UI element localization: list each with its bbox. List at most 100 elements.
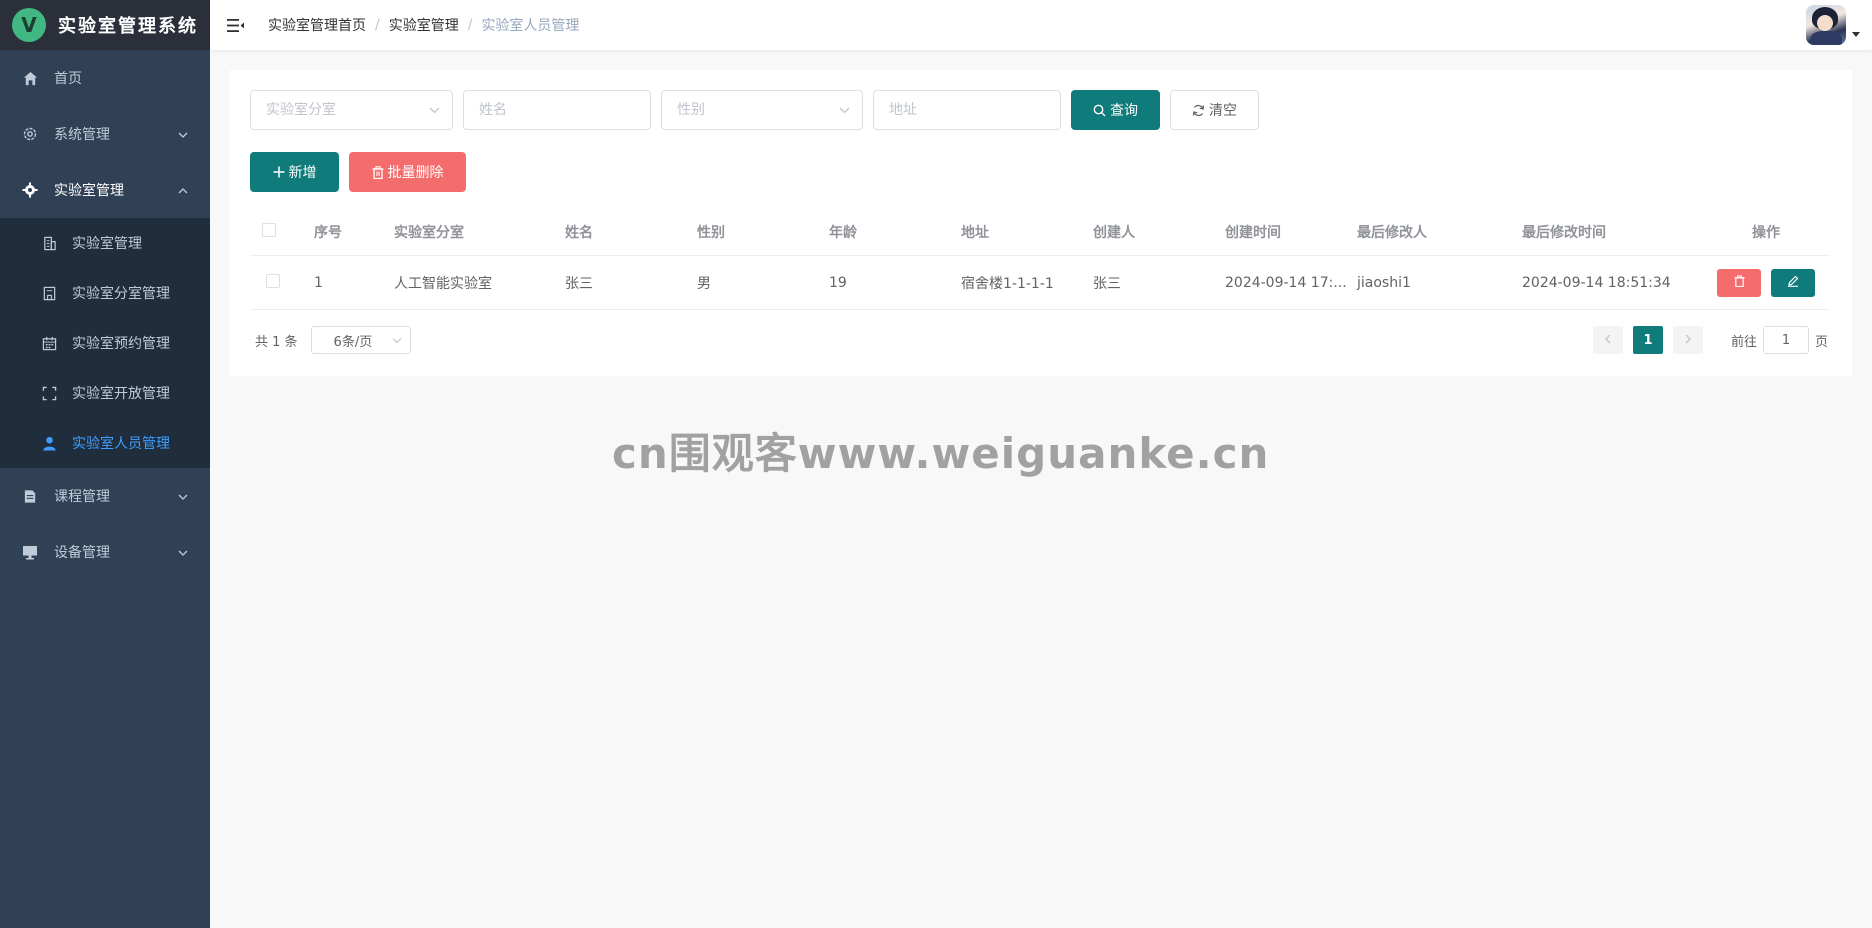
table-cell: 张三 — [1093, 275, 1121, 292]
refresh-icon — [1192, 104, 1205, 117]
search-button-label: 查询 — [1110, 103, 1138, 119]
column-header: 实验室分室 — [394, 224, 464, 241]
batch-delete-button[interactable]: 批量删除 — [349, 152, 466, 192]
pagination-summary: 共 1 条 6条/页 — [255, 326, 411, 354]
column-header: 创建时间 — [1225, 224, 1281, 241]
monitor-icon — [20, 542, 40, 562]
chevron-down-icon — [839, 102, 850, 118]
room-select[interactable] — [250, 90, 453, 130]
sidebar-item-home[interactable]: 首页 — [0, 50, 210, 106]
table-cell: 宿舍楼1-1-1-1 — [961, 275, 1054, 292]
sidebar-item-label: 设备管理 — [54, 545, 110, 561]
submenu-item-lab-manage[interactable]: 实验室管理 — [0, 218, 210, 268]
name-input[interactable] — [479, 102, 635, 118]
submenu-item-label: 实验室开放管理 — [72, 386, 170, 402]
breadcrumb-separator: / — [467, 17, 473, 33]
goto-suffix: 页 — [1814, 334, 1828, 350]
brand[interactable]: V 实验室管理系统 — [0, 0, 210, 50]
column-header: 操作 — [1752, 224, 1780, 241]
trash-icon — [1733, 274, 1745, 291]
page-size-select[interactable]: 6条/页 — [310, 326, 411, 354]
column-header: 性别 — [697, 224, 725, 241]
select-all-checkbox[interactable] — [262, 222, 276, 237]
document-icon — [20, 486, 40, 506]
filter-bar: 查询 清空 — [250, 90, 1269, 130]
address-field[interactable] — [873, 90, 1061, 130]
pagination: 1 前往 页 — [1583, 326, 1828, 354]
edit-icon — [1787, 275, 1799, 291]
chevron-down-icon — [429, 102, 440, 118]
caret-down-icon — [1852, 31, 1860, 37]
search-button[interactable]: 查询 — [1071, 90, 1160, 130]
delete-row-button[interactable] — [1717, 268, 1761, 297]
sidebar-item-label: 系统管理 — [54, 127, 110, 143]
sidebar-item-equipment[interactable]: 设备管理 — [0, 524, 210, 580]
sidebar-item-course[interactable]: 课程管理 — [0, 468, 210, 524]
submenu-item-staff-manage[interactable]: 实验室人员管理 — [0, 418, 210, 468]
home-icon — [20, 68, 40, 88]
app-logo: V — [12, 8, 46, 42]
total-count: 共 1 条 — [255, 334, 298, 350]
trash-icon — [372, 165, 384, 179]
chevron-left-icon — [1605, 333, 1611, 348]
chevron-up-icon — [178, 182, 188, 198]
chevron-down-icon — [178, 488, 188, 504]
plus-icon — [273, 166, 285, 178]
submenu-item-reservation-manage[interactable]: 实验室预约管理 — [0, 318, 210, 368]
breadcrumb-item-current: 实验室人员管理 — [481, 18, 580, 34]
breadcrumb-item[interactable]: 实验室管理首页 — [268, 15, 366, 35]
gear-outline-icon — [20, 124, 40, 144]
sidebar-item-lab[interactable]: 实验室管理 — [0, 162, 210, 218]
column-header: 姓名 — [565, 224, 593, 241]
address-input[interactable] — [889, 102, 1045, 118]
breadcrumb-item[interactable]: 实验室管理 — [389, 15, 459, 35]
add-button[interactable]: 新增 — [250, 152, 339, 192]
name-field[interactable] — [463, 90, 651, 130]
column-header: 最后修改人 — [1357, 224, 1427, 241]
row-checkbox[interactable] — [266, 273, 280, 288]
submenu-item-room-manage[interactable]: 实验室分室管理 — [0, 268, 210, 318]
breadcrumb-separator: / — [375, 17, 380, 33]
user-menu[interactable] — [1806, 5, 1860, 45]
sidebar-item-label: 课程管理 — [54, 489, 110, 505]
gender-select[interactable] — [661, 90, 863, 130]
submenu-item-open-manage[interactable]: 实验室开放管理 — [0, 368, 210, 418]
table-row: 1 人工智能实验室 张三 男 19 宿舍楼1-1-1-1 张三 2024-09-… — [250, 256, 1830, 310]
table-cell: 19 — [829, 274, 847, 291]
gender-select-input[interactable] — [677, 102, 847, 118]
column-header: 年龄 — [829, 224, 857, 241]
prev-page-button[interactable] — [1592, 326, 1623, 354]
page-number-current[interactable]: 1 — [1632, 326, 1663, 354]
hamburger-icon[interactable] — [226, 15, 246, 35]
submenu-item-label: 实验室分室管理 — [72, 286, 170, 302]
sidebar-item-label: 首页 — [54, 71, 82, 87]
sidebar-item-system[interactable]: 系统管理 — [0, 106, 210, 162]
goto-prefix: 前往 — [1730, 334, 1757, 350]
chevron-down-icon — [178, 126, 188, 142]
room-select-input[interactable] — [266, 102, 437, 118]
table-cell: 2024-09-14 18:51:34 — [1522, 274, 1671, 291]
table-header: 序号 实验室分室 姓名 性别 年龄 地址 创建人 创建时间 最后修改人 最后修改… — [250, 208, 1830, 256]
batch-delete-button-label: 批量删除 — [387, 165, 444, 181]
clear-button[interactable]: 清空 — [1170, 90, 1259, 130]
goto-page: 前往 页 — [1731, 326, 1828, 354]
table-cell: jiaoshi1 — [1357, 274, 1411, 291]
search-icon — [1093, 104, 1106, 117]
top-navbar: 实验室管理首页 / 实验室管理 / 实验室人员管理 — [210, 0, 1872, 50]
avatar[interactable] — [1806, 5, 1846, 45]
edit-row-button[interactable] — [1771, 268, 1815, 297]
calendar-icon — [40, 334, 58, 352]
goto-page-input[interactable] — [1762, 326, 1809, 354]
staff-table: 序号 实验室分室 姓名 性别 年龄 地址 创建人 创建时间 最后修改人 最后修改… — [250, 208, 1830, 310]
submenu-item-label: 实验室管理 — [72, 236, 142, 252]
column-header: 创建人 — [1093, 224, 1135, 241]
submenu-item-label: 实验室预约管理 — [72, 336, 170, 352]
add-button-label: 新增 — [288, 165, 317, 181]
office-icon — [40, 284, 58, 302]
building-icon — [40, 234, 58, 252]
next-page-button[interactable] — [1672, 326, 1703, 354]
table-cell: 1 — [314, 274, 323, 291]
chevron-down-icon — [178, 544, 188, 560]
page-size-value: 6条/页 — [333, 334, 373, 350]
clear-button-label: 清空 — [1209, 103, 1237, 119]
